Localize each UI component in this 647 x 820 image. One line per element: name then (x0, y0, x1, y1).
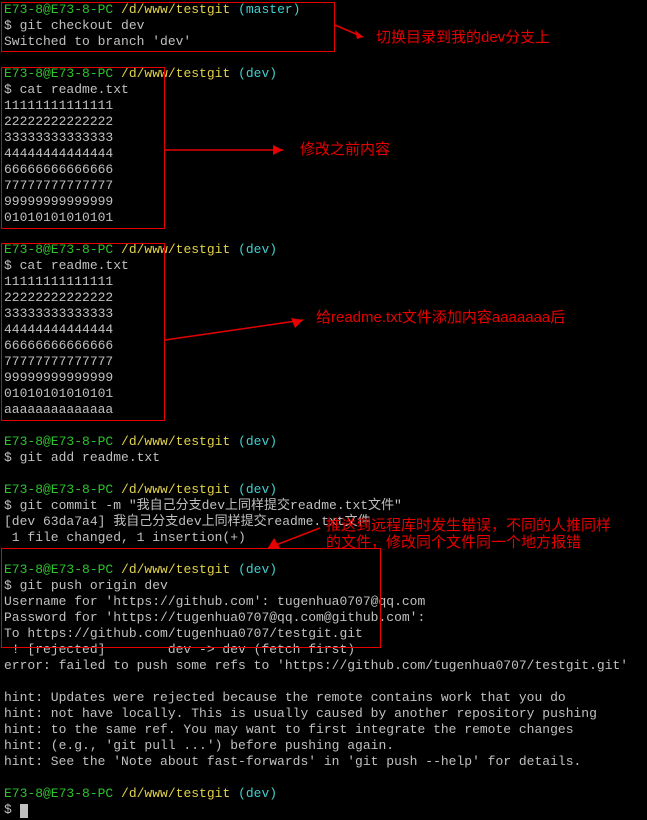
cmd-cat: cat readme.txt (20, 82, 129, 97)
hint-line: hint: to the same ref. You may want to f… (4, 722, 643, 738)
file-line: 22222222222222 (4, 290, 643, 306)
hint-line: hint: (e.g., 'git pull ...') before push… (4, 738, 643, 754)
file-line: 11111111111111 (4, 274, 643, 290)
hint-line: hint: Updates were rejected because the … (4, 690, 643, 706)
cmd-line: $ git commit -m "我自己分支dev上同样提交readme.txt… (4, 498, 643, 514)
hint-line: hint: not have locally. This is usually … (4, 706, 643, 722)
prompt-branch: (master) (238, 2, 300, 17)
file-line: 66666666666666 (4, 338, 643, 354)
file-line: 01010101010101 (4, 386, 643, 402)
file-line: aaaaaaaaaaaaaa (4, 402, 643, 418)
cmd-push: git push origin dev (20, 578, 168, 593)
file-line: 66666666666666 (4, 162, 643, 178)
annotation-text: 推送到远程库时发生错误，不同的人推同样 (326, 517, 611, 534)
annotation-arrow (335, 25, 375, 45)
annotation-label-cat-before: 修改之前内容 (300, 142, 390, 158)
file-line: 77777777777777 (4, 178, 643, 194)
prompt-line: E73-8@E73-8-PC /d/www/testgit (dev) (4, 482, 643, 498)
push-output: To https://github.com/tugenhua0707/testg… (4, 626, 643, 642)
annotation-label-checkout: 切换目录到我的dev分支上 (376, 30, 550, 46)
file-line: 99999999999999 (4, 370, 643, 386)
cmd-commit: git commit -m "我自己分支dev上同样提交readme.txt文件… (20, 498, 402, 513)
annotation-arrow (165, 140, 295, 160)
cmd-line: $ cat readme.txt (4, 258, 643, 274)
annotation-arrow (165, 315, 315, 345)
push-output: Username for 'https://github.com': tugen… (4, 594, 643, 610)
prompt-line: E73-8@E73-8-PC /d/www/testgit (dev) (4, 434, 643, 450)
terminal-window: E73-8@E73-8-PC /d/www/testgit (master) $… (0, 0, 647, 820)
cmd-add: git add readme.txt (20, 450, 160, 465)
prompt-line: E73-8@E73-8-PC /d/www/testgit (dev) (4, 66, 643, 82)
file-line: 01010101010101 (4, 210, 643, 226)
annotation-arrow (260, 528, 330, 553)
cmd-line: $ git push origin dev (4, 578, 643, 594)
file-line: 22222222222222 (4, 114, 643, 130)
prompt-line: E73-8@E73-8-PC /d/www/testgit (dev) (4, 786, 643, 802)
push-error: error: failed to push some refs to 'http… (4, 658, 643, 674)
annotation-label-cat-after: 给readme.txt文件添加内容aaaaaaa后 (316, 310, 565, 326)
cursor-line[interactable]: $ (4, 802, 643, 818)
prompt-user: E73-8@E73-8-PC (4, 2, 113, 17)
prompt-line: E73-8@E73-8-PC /d/www/testgit (dev) (4, 242, 643, 258)
annotation-label-push-error: 推送到远程库时发生错误，不同的人推同样 的文件，修改同个文件同一个地方报错 (326, 517, 611, 551)
cmd-line: $ git add readme.txt (4, 450, 643, 466)
prompt-line: E73-8@E73-8-PC /d/www/testgit (dev) (4, 562, 643, 578)
file-line: 99999999999999 (4, 194, 643, 210)
cursor-block (20, 804, 28, 818)
file-line: 11111111111111 (4, 98, 643, 114)
annotation-text: 的文件，修改同个文件同一个地方报错 (326, 534, 581, 551)
cmd-checkout: git checkout dev (20, 18, 145, 33)
prompt-path: /d/www/testgit (121, 2, 230, 17)
push-output: Password for 'https://tugenhua0707@qq.co… (4, 610, 643, 626)
hint-line: hint: See the 'Note about fast-forwards'… (4, 754, 643, 770)
cmd-line: $ cat readme.txt (4, 82, 643, 98)
push-rejected: ! [rejected] dev -> dev (fetch first) (4, 642, 643, 658)
prompt-line: E73-8@E73-8-PC /d/www/testgit (master) (4, 2, 643, 18)
file-line: 77777777777777 (4, 354, 643, 370)
